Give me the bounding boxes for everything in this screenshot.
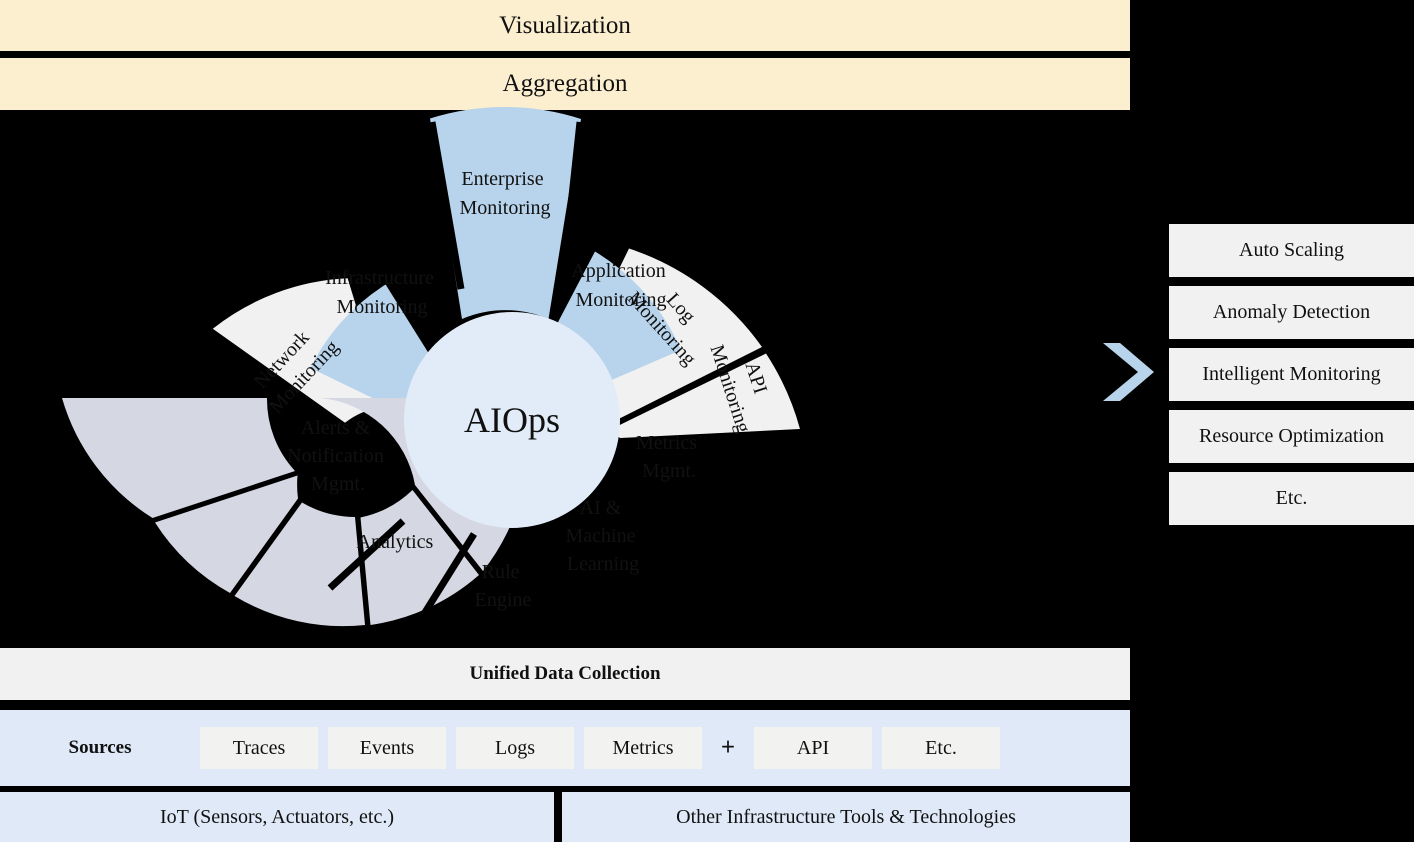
bottom-divider: [554, 792, 562, 842]
chip-label: Events: [359, 736, 415, 759]
label-metrics-line1: Metrics: [636, 432, 697, 454]
aggregation-label: Aggregation: [502, 70, 628, 97]
outcome-label: Anomaly Detection: [1212, 301, 1371, 323]
label-ai-ml-line2: Machine: [566, 525, 636, 547]
infrastructure-row: IoT (Sensors, Actuators, etc.) Other Inf…: [0, 792, 1130, 842]
source-chip-logs[interactable]: Logs: [456, 727, 574, 769]
chevron-right-icon: [1103, 343, 1154, 401]
source-chip-etc[interactable]: Etc.: [882, 727, 1000, 769]
label-rule-engine-line1: Rule: [482, 561, 520, 583]
sources-band: Sources Traces Events Logs Metrics + API…: [0, 710, 1130, 786]
outcome-etc[interactable]: Etc.: [1169, 472, 1414, 525]
label-analytics: Analytics: [357, 531, 434, 553]
outcomes-panel: Auto Scaling Anomaly Detection Intellige…: [1169, 224, 1414, 534]
chip-label: API: [796, 736, 830, 759]
chip-label: Metrics: [612, 736, 674, 759]
bottom-box-iot[interactable]: IoT (Sensors, Actuators, etc.): [0, 792, 554, 842]
bottom-box-label: IoT (Sensors, Actuators, etc.): [159, 805, 395, 828]
label-ai-ml-line1: AI &: [580, 497, 622, 519]
bottom-box-label: Other Infrastructure Tools & Technologie…: [676, 805, 1016, 828]
visualization-label: Visualization: [499, 11, 631, 39]
label-ai-ml-line3: Learning: [567, 553, 639, 575]
diagram-canvas: Visualization Aggregation Network Monito…: [0, 0, 1414, 842]
svg-text:AI & Machine: AI & Machine Learning: [566, 497, 641, 575]
outcome-anomaly-detection[interactable]: Anomaly Detection: [1169, 286, 1414, 339]
outcome-label: Auto Scaling: [1239, 239, 1344, 261]
label-metrics-line2: Mgmt.: [642, 460, 696, 482]
aggregation-banner: Aggregation: [0, 58, 1130, 110]
aiops-wheel: Network Monitoring Log Monitoring API Mo…: [0, 104, 900, 649]
unified-data-collection-label: Unified Data Collection: [469, 663, 661, 684]
label-alerts-line1: Alerts &: [301, 417, 371, 439]
outcome-label: Intelligent Monitoring: [1202, 363, 1381, 385]
sources-label: Sources: [68, 737, 132, 758]
label-application-line2: Monitoring: [575, 289, 666, 311]
wheel-svg: Network Monitoring Log Monitoring API Mo…: [62, 106, 800, 627]
label-enterprise-line1: Enterprise: [461, 168, 543, 190]
svg-text:Analytics: Analytics: [357, 531, 434, 553]
label-application-line1: Application: [571, 260, 665, 282]
aiops-center-label: AIOps: [464, 400, 560, 440]
label-enterprise-line2: Monitoring: [459, 197, 550, 219]
outcome-auto-scaling[interactable]: Auto Scaling: [1169, 224, 1414, 277]
label-infrastructure-line1: Infrastructure: [325, 267, 434, 289]
outcome-label: Etc.: [1275, 487, 1308, 509]
sources-plus-separator: +: [720, 734, 736, 761]
bottom-box-other-infrastructure[interactable]: Other Infrastructure Tools & Technologie…: [562, 792, 1130, 842]
label-rule-engine-line2: Engine: [475, 589, 532, 611]
svg-text:Metrics Mgmt.: Metrics Mgmt.: [636, 432, 702, 482]
source-chip-traces[interactable]: Traces: [200, 727, 318, 769]
svg-text:Alerts & Notificatio: Alerts & Notification Mgmt.: [287, 417, 389, 495]
chip-label: Etc.: [925, 736, 957, 759]
source-chip-list: Traces Events Logs Metrics + API Etc.: [200, 727, 1000, 769]
svg-text:Rule Engine: Rule Engine: [475, 561, 532, 611]
source-chip-api[interactable]: API: [754, 727, 872, 769]
label-alerts-line2: Notification: [287, 445, 384, 467]
visualization-banner: Visualization: [0, 0, 1130, 51]
chip-label: Traces: [232, 736, 286, 759]
source-chip-metrics[interactable]: Metrics: [584, 727, 702, 769]
outcome-intelligent-monitoring[interactable]: Intelligent Monitoring: [1169, 348, 1414, 401]
outcome-label: Resource Optimization: [1199, 425, 1384, 447]
flow-arrow: [1098, 341, 1156, 403]
label-infrastructure-line2: Monitoring: [336, 296, 427, 318]
unified-data-collection-band: Unified Data Collection: [0, 648, 1130, 700]
label-alerts-line3: Mgmt.: [311, 473, 365, 495]
source-chip-events[interactable]: Events: [328, 727, 446, 769]
chip-label: Logs: [495, 736, 535, 759]
outcome-resource-optimization[interactable]: Resource Optimization: [1169, 410, 1414, 463]
